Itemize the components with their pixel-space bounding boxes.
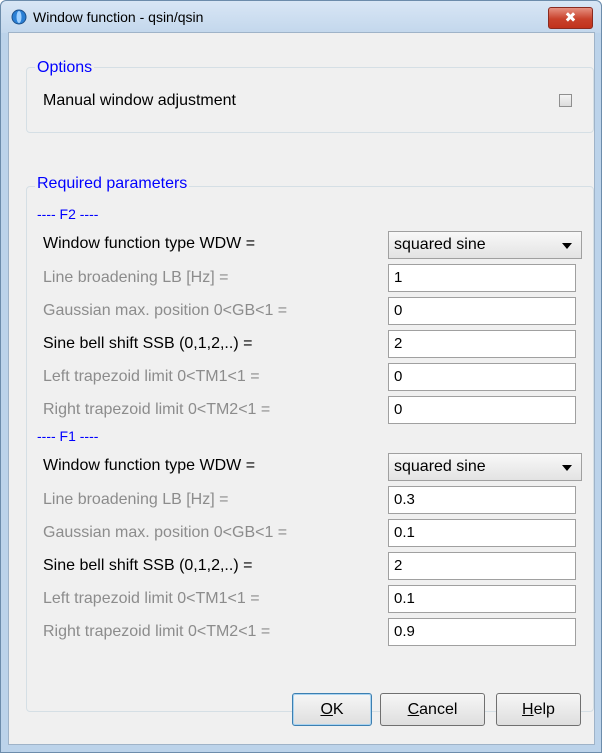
ok-mnemonic: O [320,701,333,718]
close-icon: ✖ [564,10,577,26]
close-button[interactable]: ✖ [548,7,593,29]
chevron-down-icon [562,465,572,471]
f1-tm1-field[interactable]: 0.1 [388,585,576,613]
f2-header: ---- F2 ---- [37,206,99,222]
f1-tm1-label: Left trapezoid limit 0<TM1<1 = [43,590,260,607]
f1-lb-field[interactable]: 0.3 [388,486,576,514]
f2-gb-label: Gaussian max. position 0<GB<1 = [43,302,288,319]
f1-lb-label: Line broadening LB [Hz] = [43,491,229,508]
ok-button[interactable]: OK [292,693,372,726]
help-button[interactable]: Help [496,693,581,726]
f2-tm1-field[interactable]: 0 [388,363,576,391]
f1-wdw-value: squared sine [394,458,486,475]
cancel-mnemonic: C [407,701,420,718]
f2-wdw-label: Window function type WDW = [43,235,256,252]
f1-header: ---- F1 ---- [37,428,99,444]
f2-lb-label: Line broadening LB [Hz] = [43,269,229,286]
window-title: Window function - qsin/qsin [33,9,204,25]
f2-wdw-select[interactable]: squared sine [388,231,582,259]
f2-ssb-label: Sine bell shift SSB (0,1,2,..) = [43,335,253,352]
dialog-content: Options Manual window adjustment Require… [8,32,595,745]
f2-tm2-field[interactable]: 0 [388,396,576,424]
f1-ssb-field[interactable]: 2 [388,552,576,580]
f2-wdw-value: squared sine [394,236,486,253]
cancel-button[interactable]: Cancel [380,693,485,726]
f2-lb-field[interactable]: 1 [388,264,576,292]
ok-label-rest: K [332,701,344,718]
required-parameters-legend: Required parameters [35,175,190,193]
f1-gb-label: Gaussian max. position 0<GB<1 = [43,524,288,541]
f1-tm2-field[interactable]: 0.9 [388,618,576,646]
f1-wdw-select[interactable]: squared sine [388,453,582,481]
f1-ssb-label: Sine bell shift SSB (0,1,2,..) = [43,557,253,574]
f2-ssb-field[interactable]: 2 [388,330,576,358]
f1-tm2-label: Right trapezoid limit 0<TM2<1 = [43,623,271,640]
f1-wdw-label: Window function type WDW = [43,457,256,474]
help-label-rest: elp [533,701,555,718]
f2-tm1-label: Left trapezoid limit 0<TM1<1 = [43,368,260,385]
title-bar[interactable]: Window function - qsin/qsin ✖ [1,1,601,33]
cancel-label-rest: ancel [419,701,458,718]
chevron-down-icon [562,243,572,249]
manual-window-adjustment-label: Manual window adjustment [43,92,236,109]
f2-gb-field[interactable]: 0 [388,297,576,325]
manual-window-adjustment-checkbox[interactable] [559,94,572,107]
options-legend: Options [35,59,95,77]
f1-gb-field[interactable]: 0.1 [388,519,576,547]
f2-tm2-label: Right trapezoid limit 0<TM2<1 = [43,401,271,418]
help-mnemonic: H [522,701,534,718]
app-icon [11,9,27,25]
